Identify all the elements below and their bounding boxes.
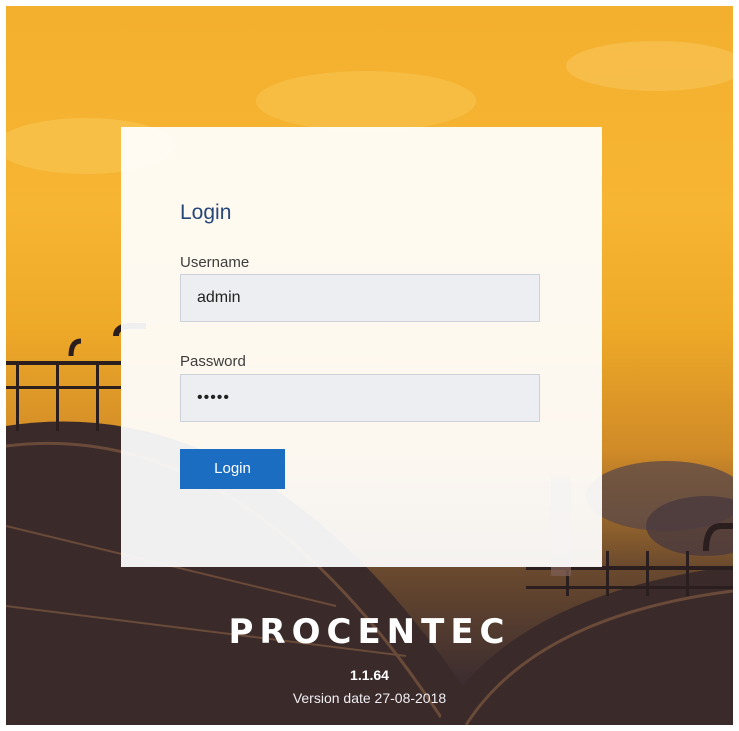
password-label: Password xyxy=(180,353,246,370)
password-value: ••••• xyxy=(197,389,231,406)
login-button[interactable]: Login xyxy=(180,449,285,489)
version-date: Version date 27-08-2018 xyxy=(292,690,447,706)
username-value: admin xyxy=(197,289,241,306)
brand-logo: PROCENTEC xyxy=(228,612,511,652)
version-number: 1.1.64 xyxy=(350,667,389,683)
username-label: Username xyxy=(180,254,250,271)
password-input[interactable]: ••••• xyxy=(180,374,540,422)
username-input[interactable]: admin xyxy=(180,274,540,322)
login-card: Login Username admin Password ••••• Logi… xyxy=(121,127,602,567)
login-title: Login xyxy=(180,201,232,224)
